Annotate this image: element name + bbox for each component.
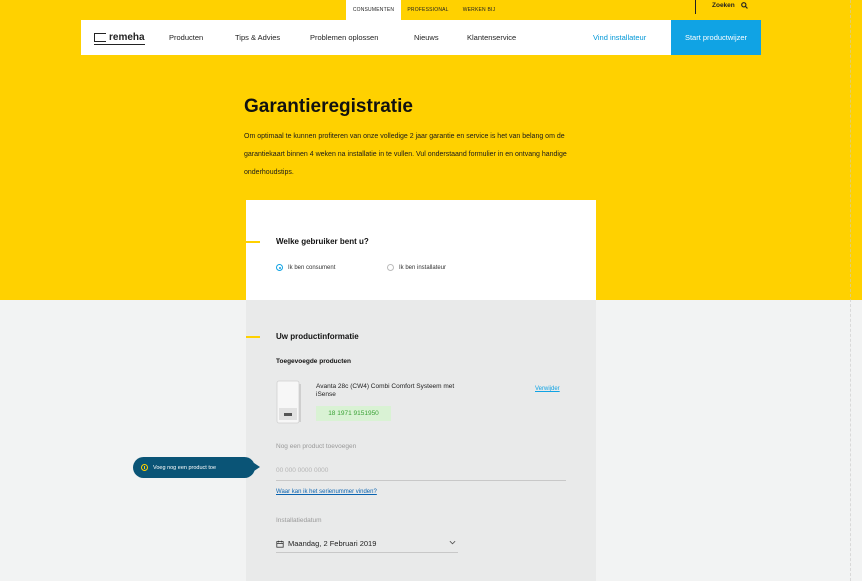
boiler-product-image bbox=[276, 380, 301, 424]
radio-installer-dot[interactable] bbox=[387, 264, 394, 271]
remeha-logo[interactable]: remeha bbox=[94, 32, 145, 45]
nav-item-tips-advies[interactable]: Tips & Advies bbox=[235, 20, 280, 55]
serial-number-input[interactable] bbox=[276, 461, 566, 481]
page-title: Garantieregistratie bbox=[244, 96, 413, 117]
section-marker bbox=[246, 336, 260, 338]
nav-item-klantenservice[interactable]: Klantenservice bbox=[467, 20, 516, 55]
add-product-tooltip[interactable]: Voeg nog een product toe bbox=[133, 457, 260, 478]
nav-item-nieuws[interactable]: Nieuws bbox=[414, 20, 439, 55]
page-edge bbox=[850, 0, 862, 581]
calendar-icon bbox=[276, 540, 284, 548]
installation-date-value: Maandag, 2 Februari 2019 bbox=[288, 539, 377, 548]
radio-installer[interactable]: Ik ben installateur bbox=[387, 264, 446, 271]
logo-text: remeha bbox=[109, 32, 145, 43]
added-products-title: Toegevoegde producten bbox=[276, 358, 351, 365]
radio-consumer-dot[interactable] bbox=[276, 264, 283, 271]
serial-badge: 18 1971 9151950 bbox=[316, 406, 391, 421]
intro-text: Om optimaal te kunnen profiteren van onz… bbox=[244, 133, 567, 176]
meta-divider bbox=[695, 0, 696, 14]
product-section-title: Uw productinformatie bbox=[276, 332, 359, 341]
meta-tab-professional[interactable]: PROFESSIONAL bbox=[404, 0, 452, 20]
search-icon bbox=[740, 1, 748, 9]
logo-mark-icon bbox=[94, 33, 106, 42]
radio-consumer[interactable]: Ik ben consument bbox=[276, 264, 335, 271]
meta-tab-consumenten[interactable]: CONSUMENTEN bbox=[346, 0, 401, 20]
section-marker bbox=[246, 241, 260, 243]
product-name: Avanta 28c (CW4) Combi Comfort Systeem m… bbox=[316, 383, 455, 398]
start-productwijzer-button[interactable]: Start productwijzer bbox=[671, 20, 761, 55]
info-icon bbox=[141, 464, 148, 471]
serial-help-link[interactable]: Waar kan ik het serienummer vinden? bbox=[276, 489, 377, 495]
radio-consumer-label: Ik ben consument bbox=[288, 264, 336, 271]
main-navbar: remeha Producten Tips & Advies Problemen… bbox=[81, 20, 761, 55]
chevron-down-icon bbox=[449, 540, 456, 545]
user-section-title: Welke gebruiker bent u? bbox=[276, 237, 369, 246]
radio-installer-label: Ik ben installateur bbox=[399, 264, 447, 271]
search-button[interactable]: Zoeken bbox=[712, 0, 748, 10]
search-label: Zoeken bbox=[712, 1, 735, 9]
nav-item-producten[interactable]: Producten bbox=[169, 20, 203, 55]
user-type-card bbox=[246, 200, 596, 300]
tooltip-text: Voeg nog een product toe bbox=[153, 464, 216, 471]
nav-item-problemen-oplossen[interactable]: Problemen oplossen bbox=[310, 20, 378, 55]
add-product-label: Nog een product toevoegen bbox=[276, 443, 357, 450]
installation-date-label: Installatiedatum bbox=[276, 517, 322, 524]
remove-product-link[interactable]: Verwijder bbox=[535, 386, 560, 392]
installation-date-select[interactable]: Maandag, 2 Februari 2019 bbox=[276, 535, 458, 553]
find-installer-link[interactable]: Vind installateur bbox=[593, 20, 646, 55]
meta-tab-werken-bij[interactable]: WERKEN BIJ bbox=[458, 0, 500, 20]
